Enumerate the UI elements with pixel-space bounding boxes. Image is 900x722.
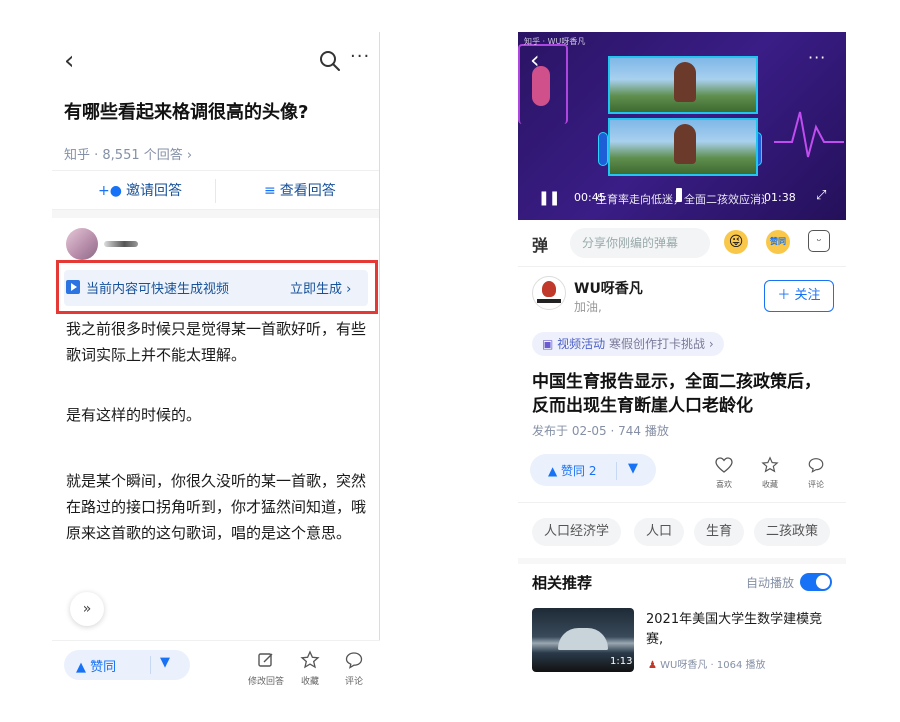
more-icon[interactable]: ··· xyxy=(808,48,826,67)
activity-icon: ▣ xyxy=(542,337,558,351)
view-answers-label: 查看回答 xyxy=(279,183,336,199)
topic-tag[interactable]: 生育 xyxy=(694,518,745,546)
activity-chip[interactable]: ▣ 视频活动 寒假创作打卡挑战 › xyxy=(532,332,724,356)
related-duration: 1:13 xyxy=(610,656,633,667)
upvote-button[interactable]: ▲ 赞同 2 xyxy=(548,462,597,479)
total-time: 01:38 xyxy=(764,191,796,204)
answer-page: ‹ ··· 有哪些看起来格调很高的头像? 知乎 · 8,551 个回答 › +●… xyxy=(52,32,380,688)
publish-meta: 发布于 02-05 · 744 播放 xyxy=(532,424,669,438)
tool-label: 收藏 xyxy=(762,480,778,489)
progress-handle[interactable] xyxy=(676,188,682,202)
related-meta: ♟ WU呀香凡 · 1064 播放 xyxy=(648,656,766,671)
comment-icon xyxy=(345,652,363,669)
topic-tag[interactable]: 二孩政策 xyxy=(754,518,831,546)
tool-label: 喜欢 xyxy=(716,480,732,489)
emoji-like-icon[interactable]: 赞同 xyxy=(766,230,790,254)
tool-label: 修改回答 xyxy=(247,677,284,687)
question-actions: +● 邀请回答 ≡ 查看回答 xyxy=(52,170,379,210)
edit-icon xyxy=(258,653,273,667)
answer-paragraph: 是有这样的时候的。 xyxy=(66,406,202,424)
comment-button[interactable]: 评论 xyxy=(334,650,374,687)
activity-text: 寒假创作打卡挑战 › xyxy=(609,337,714,351)
comment-button[interactable]: 评论 xyxy=(798,456,834,490)
video-title: 中国生育报告显示，全面二孩政策后，反而出现生育断崖人口老龄化 xyxy=(532,372,821,416)
emoji-panel-icon[interactable]: ᵕ xyxy=(808,230,830,252)
section-gap xyxy=(52,210,379,218)
author-avatar-icon: ♟ xyxy=(648,660,661,671)
invite-answer-label: 邀请回答 xyxy=(125,183,182,199)
divider xyxy=(379,32,380,688)
question-title[interactable]: 有哪些看起来格调很高的头像? xyxy=(64,98,308,124)
danmaku-icon[interactable]: 弹 xyxy=(532,232,548,256)
related-title[interactable]: 2021年美国大学生数学建模竞赛, xyxy=(646,610,836,650)
divider xyxy=(616,462,617,480)
divider xyxy=(215,179,216,203)
star-icon xyxy=(300,650,320,669)
answer-paragraph: 就是某个瞬间，你很久没听的某一首歌，突然在路过的接口拐角听到，你才猛然间知道，哦… xyxy=(66,472,367,542)
comment-icon xyxy=(808,458,824,473)
activity-label: 视频活动 xyxy=(557,337,606,351)
autoplay-toggle[interactable] xyxy=(800,573,832,591)
like-button[interactable]: 喜欢 xyxy=(706,456,742,490)
author-name[interactable]: WU呀香凡 xyxy=(574,278,643,298)
back-icon[interactable]: ‹ xyxy=(64,48,74,74)
upvote-button[interactable]: ▲ 赞同 xyxy=(76,656,116,675)
topic-tag[interactable]: 人口经济学 xyxy=(532,518,622,546)
danmaku-input[interactable]: 分享你刚编的弹幕 xyxy=(570,228,710,258)
avatar[interactable] xyxy=(66,228,98,260)
person-figure xyxy=(674,124,696,164)
back-icon[interactable]: ‹ xyxy=(530,46,540,74)
video-page: 知乎 · WU呀香凡 ‹ ··· ❚❚ 00:45 生育率走向低迷，全面二孩效应… xyxy=(518,32,846,688)
search-icon[interactable] xyxy=(318,49,342,73)
related-meta-text: WU呀香凡 · 1064 播放 xyxy=(660,660,766,671)
list-icon: ≡ xyxy=(264,183,276,199)
downvote-button[interactable]: ▼ xyxy=(160,655,170,670)
favorite-button[interactable]: 收藏 xyxy=(752,456,788,490)
section-gap xyxy=(518,558,846,564)
speaker-graphic xyxy=(598,132,608,166)
divider xyxy=(518,266,846,267)
related-heading: 相关推荐 xyxy=(532,574,593,592)
author-bio: 加油, xyxy=(574,300,602,314)
fullscreen-icon[interactable]: ⤢ xyxy=(816,188,826,203)
person-figure xyxy=(674,62,696,102)
downvote-button[interactable]: ▼ xyxy=(628,461,638,476)
highlight-box xyxy=(56,260,378,314)
star-icon xyxy=(761,456,779,473)
pause-button[interactable]: ❚❚ xyxy=(538,190,560,206)
follow-button[interactable]: ＋ 关注 xyxy=(764,280,834,312)
edit-answer-button[interactable]: 修改回答 xyxy=(246,650,286,687)
view-answers-button[interactable]: ≡ 查看回答 xyxy=(264,171,336,211)
autoplay-label: 自动播放 xyxy=(746,576,795,590)
invite-answer-button[interactable]: +● 邀请回答 xyxy=(98,171,182,211)
tool-label: 收藏 xyxy=(300,677,319,687)
divider xyxy=(518,502,846,503)
heart-icon xyxy=(715,457,733,473)
pulse-graphic xyxy=(774,111,844,158)
question-meta[interactable]: 知乎 · 8,551 个回答 › xyxy=(64,144,192,163)
tool-label: 评论 xyxy=(808,480,824,489)
author-avatar[interactable] xyxy=(532,276,566,310)
favorite-button[interactable]: 收藏 xyxy=(290,650,330,687)
answer-paragraph: 我之前很多时候只是觉得某一首歌好听，有些歌词实际上并不能太理解。 xyxy=(66,320,367,364)
tool-label: 评论 xyxy=(344,677,363,687)
expand-chevron-icon[interactable]: » xyxy=(70,592,104,626)
topic-tag[interactable]: 人口 xyxy=(634,518,685,546)
divider xyxy=(150,656,151,674)
add-user-icon: +● xyxy=(98,183,122,199)
blurred-username xyxy=(104,241,138,247)
emoji-wink-icon[interactable]: 😜 xyxy=(724,230,748,254)
more-icon[interactable]: ··· xyxy=(350,46,370,67)
